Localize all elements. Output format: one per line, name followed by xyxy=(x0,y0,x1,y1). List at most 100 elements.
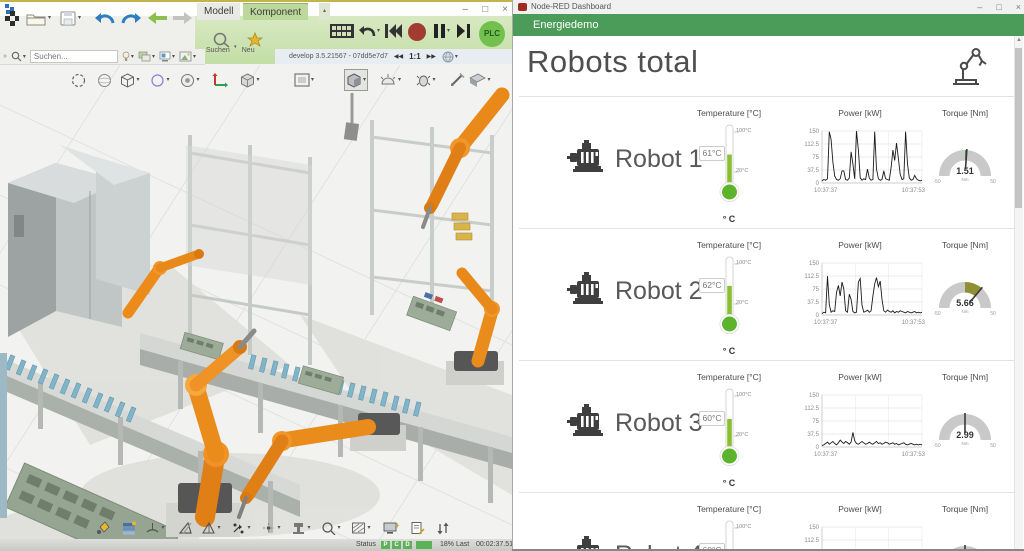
save-button[interactable]: ▾ xyxy=(60,7,81,29)
3d-viewport[interactable] xyxy=(0,65,512,539)
collapse-chevrons-icon[interactable]: » xyxy=(3,53,7,60)
temperature-unit: ° C xyxy=(699,346,759,356)
measure-button[interactable] xyxy=(446,69,470,91)
layers-button[interactable]: ▾ xyxy=(138,51,155,62)
wire-cube-button[interactable]: ▾ xyxy=(118,69,142,91)
minimize-button[interactable]: – xyxy=(977,0,982,14)
skip-to-start-button[interactable] xyxy=(384,22,402,45)
folder-icon xyxy=(26,11,46,26)
origin-frame-button[interactable] xyxy=(208,69,232,91)
tab-komponent[interactable]: Komponent xyxy=(243,3,308,20)
svg-text:10:37:37: 10:37:37 xyxy=(814,320,838,326)
step-forward-button[interactable] xyxy=(456,22,472,45)
svg-text:-50: -50 xyxy=(933,311,940,316)
display-mode-button[interactable]: ▾ xyxy=(159,51,175,62)
back-arrow-icon xyxy=(148,11,168,25)
speed-up-button[interactable]: ▶▶ xyxy=(427,53,436,60)
thermo-max-label: 100°C xyxy=(736,392,751,398)
press-tool-button[interactable]: ▾ xyxy=(290,518,312,538)
step-forward-icon xyxy=(456,22,472,40)
tab-scroll-button[interactable]: ▴ xyxy=(319,3,330,20)
frame-view-button[interactable]: ▾ xyxy=(292,69,316,91)
svg-text:5.66: 5.66 xyxy=(956,298,974,308)
torque-gauge: 2.99Nm-5050 xyxy=(927,402,1003,453)
section-button[interactable]: ▾ xyxy=(468,69,492,91)
lighting-button[interactable]: ▾ xyxy=(378,69,402,91)
arc-tool-button[interactable]: ▾ xyxy=(144,518,166,538)
material-tool-button[interactable] xyxy=(118,518,140,538)
pause-button[interactable]: ▾ xyxy=(433,22,450,40)
robot-arm-icon xyxy=(943,42,989,93)
sort-tool-button[interactable] xyxy=(432,518,454,538)
app-menu-button[interactable] xyxy=(4,7,19,29)
robot-row: Robot 2 Temperature [°C] 62°C 100°C 20°C… xyxy=(513,230,1015,360)
svg-text:50: 50 xyxy=(990,179,996,184)
new-component-icon xyxy=(246,32,264,48)
status-time: 00:02:37.510 xyxy=(476,541,517,548)
sphere-view-button[interactable] xyxy=(92,69,116,91)
paint-bucket-icon xyxy=(96,521,111,535)
back-button[interactable] xyxy=(148,7,168,29)
align-tool-button[interactable]: ▾ xyxy=(260,518,282,538)
monitor-plus-icon: + xyxy=(383,521,399,535)
geometry-button[interactable]: ▾ xyxy=(238,69,262,91)
physics-button[interactable]: ▾ xyxy=(414,69,438,91)
screen-add-button[interactable]: + xyxy=(380,518,402,538)
open-button[interactable]: ▾ xyxy=(26,7,51,29)
record-button[interactable] xyxy=(407,22,427,47)
probe-tool-button[interactable]: ▾ xyxy=(320,518,342,538)
robot-row: Robot 4 Temperature [°C] 60°C 100°C 20°C… xyxy=(513,494,1015,549)
plc-button[interactable]: PLC xyxy=(479,21,505,47)
vector-tool-button[interactable]: ▾ xyxy=(230,518,252,538)
search-input[interactable] xyxy=(30,50,118,63)
status-indicator xyxy=(416,541,432,549)
close-button[interactable]: × xyxy=(1016,0,1021,14)
sim-version-strip: develop 3.5.21567 - 07dd5e7d7 ◀◀ 1:1 ▶▶ … xyxy=(275,49,512,64)
minimize-button[interactable]: – xyxy=(463,2,469,17)
maximize-button[interactable]: □ xyxy=(996,0,1001,14)
pattern-tool-button[interactable]: ▾ xyxy=(350,518,372,538)
temperature-value: 62°C xyxy=(699,278,725,293)
thermo-max-label: 100°C xyxy=(736,260,751,266)
temperature-column-title: Temperature [°C] xyxy=(664,372,794,382)
layers-icon xyxy=(138,51,151,62)
speed-down-button[interactable]: ◀◀ xyxy=(394,53,403,60)
sphere-icon xyxy=(97,73,112,88)
svg-text:37.5: 37.5 xyxy=(807,168,819,174)
camera-view-button[interactable]: ▾ xyxy=(178,69,202,91)
speed-ratio[interactable]: 1:1 xyxy=(409,52,421,61)
render-mode-button[interactable]: ▾ xyxy=(344,69,368,91)
world-options-button[interactable]: ▾ xyxy=(442,51,458,63)
scrollbar-thumb[interactable] xyxy=(1015,48,1022,208)
snapshot-button[interactable]: ▾ xyxy=(179,51,196,62)
prism-tool-button[interactable]: ▾ xyxy=(200,518,222,538)
select-tool-button[interactable] xyxy=(66,69,90,91)
svg-text:0: 0 xyxy=(816,445,820,451)
notes-tool-button[interactable] xyxy=(406,518,428,538)
paint-tool-button[interactable] xyxy=(92,518,114,538)
skip-start-icon xyxy=(384,22,402,40)
plane-tool-button[interactable] xyxy=(174,518,196,538)
thermometer-gauge: 62°C 100°C 20°C xyxy=(699,252,759,344)
visibility-button[interactable]: ▾ xyxy=(122,51,134,62)
forward-button[interactable] xyxy=(172,7,192,29)
motor-icon xyxy=(565,270,609,315)
reset-simulation-button[interactable]: ▾ xyxy=(359,22,380,40)
search-filter-button[interactable]: ▾ xyxy=(11,51,26,62)
search-icon xyxy=(11,51,22,62)
scroll-up-icon[interactable]: ▲ xyxy=(1015,37,1023,43)
divider xyxy=(519,228,1015,229)
status-badge-p: P xyxy=(381,541,390,549)
close-button[interactable]: × xyxy=(502,2,508,17)
dashboard-scrollbar[interactable]: ▲ xyxy=(1014,36,1023,549)
triangle-icon xyxy=(178,521,193,535)
press-icon xyxy=(291,521,306,535)
filmstrip-button[interactable] xyxy=(330,22,354,45)
redo-button[interactable] xyxy=(120,7,142,29)
power-chart: 037.575112.515010:37:3710:37:53 xyxy=(796,522,926,549)
dotted-cross-icon xyxy=(261,521,276,535)
maximize-button[interactable]: □ xyxy=(482,2,488,17)
circle-select-button[interactable]: ▾ xyxy=(148,69,172,91)
undo-button[interactable] xyxy=(94,7,116,29)
tab-modell[interactable]: Modell xyxy=(197,3,240,20)
